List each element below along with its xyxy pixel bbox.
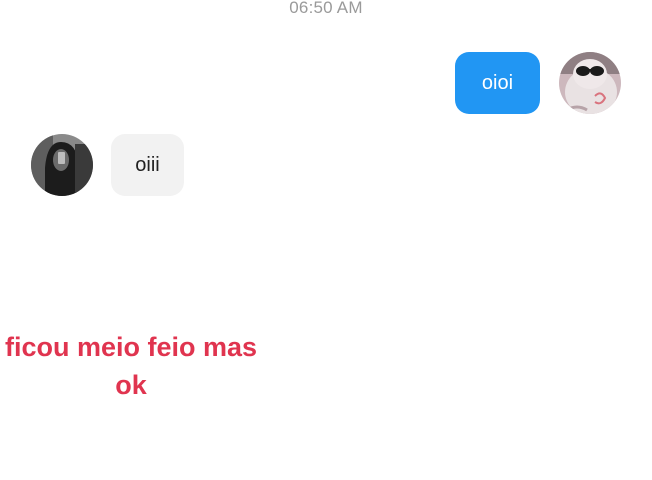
- other-avatar[interactable]: [31, 134, 93, 196]
- message-timestamp: 06:50 AM: [289, 0, 363, 17]
- self-avatar[interactable]: [559, 52, 621, 114]
- user-avatar-icon: [559, 52, 621, 114]
- sent-message-text: oioi: [481, 71, 514, 94]
- received-message-text: oiii: [135, 153, 160, 176]
- caption-line-2: ok: [115, 370, 147, 400]
- sent-message-bubble[interactable]: oioi: [455, 52, 540, 114]
- overlay-caption: ficou meio feio mas ok: [0, 328, 262, 404]
- user-avatar-icon: [31, 134, 93, 196]
- received-message-bubble[interactable]: oiii: [111, 134, 184, 196]
- chat-screen: 06:50 AM oioi oiii ficou meio feio mas o…: [0, 0, 652, 480]
- caption-line-1: ficou meio feio mas: [4, 332, 258, 362]
